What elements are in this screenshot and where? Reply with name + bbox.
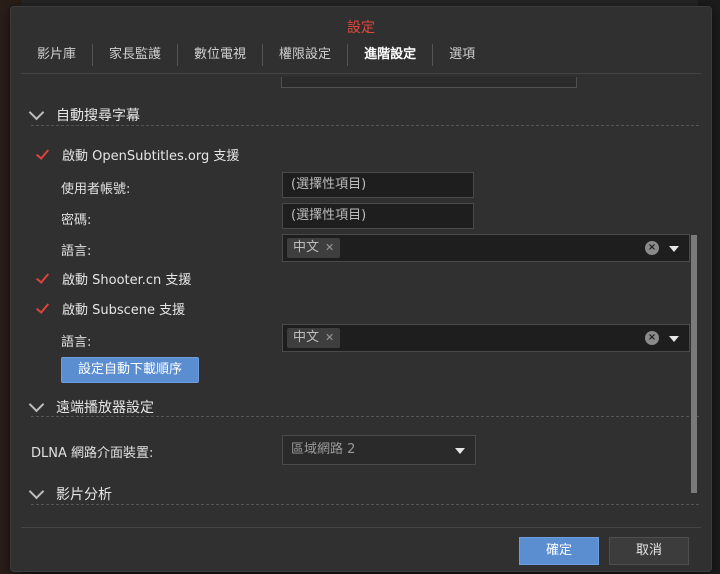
- section-remote-player-title: 遠端播放器設定: [56, 400, 154, 416]
- language2-chip[interactable]: 中文 ✕: [287, 328, 341, 348]
- subscene-checkbox-row[interactable]: 啟動 Subscene 支援: [35, 299, 185, 318]
- opensubtitles-checkbox[interactable]: [35, 147, 50, 162]
- language-select[interactable]: 中文 ✕ ×: [282, 234, 690, 262]
- language2-label: 語言:: [61, 335, 92, 350]
- chip-remove-icon[interactable]: ✕: [325, 241, 334, 254]
- section-divider: [31, 504, 699, 505]
- subscene-label: 啟動 Subscene 支援: [62, 303, 186, 318]
- dlna-label: DLNA 網路介面裝置:: [31, 446, 154, 461]
- tab-advanced[interactable]: 進階設定: [348, 44, 434, 66]
- section-remote-player-header[interactable]: 遠端播放器設定: [28, 396, 154, 417]
- tab-bar: 影片庫 家長監護 數位電視 權限設定 進階設定 選項: [21, 39, 701, 71]
- language2-select[interactable]: 中文 ✕ ×: [282, 324, 690, 352]
- opensubtitles-checkbox-row[interactable]: 啟動 OpenSubtitles.org 支援: [35, 145, 239, 164]
- username-field[interactable]: (選擇性項目): [282, 172, 474, 198]
- chevron-down-icon: [28, 483, 45, 499]
- tab-library[interactable]: 影片庫: [21, 44, 94, 66]
- password-field[interactable]: (選擇性項目): [282, 203, 474, 229]
- chevron-down-icon[interactable]: [455, 448, 465, 454]
- section-subtitles-title: 自動搜尋字幕: [56, 108, 140, 124]
- clipped-field: [281, 77, 577, 88]
- language2-chip-text: 中文: [293, 330, 320, 345]
- scrollbar[interactable]: [691, 235, 697, 493]
- shooter-checkbox[interactable]: [35, 271, 50, 286]
- tab-parental-control[interactable]: 家長監護: [93, 44, 179, 66]
- dlna-select-value: 區域網路 2: [291, 442, 356, 457]
- language-chip-text: 中文: [293, 240, 320, 255]
- section-subtitles-header[interactable]: 自動搜尋字幕: [28, 104, 140, 125]
- section-divider: [31, 416, 699, 417]
- shooter-checkbox-row[interactable]: 啟動 Shooter.cn 支援: [35, 269, 191, 288]
- subscene-checkbox[interactable]: [35, 301, 50, 316]
- section-video-analysis-title: 影片分析: [56, 487, 112, 503]
- settings-dialog: 設定 影片庫 家長監護 數位電視 權限設定 進階設定 選項 自動搜尋字幕 啟動 …: [10, 6, 712, 572]
- chip-remove-icon[interactable]: ✕: [325, 331, 334, 344]
- tab-options[interactable]: 選項: [433, 44, 491, 66]
- dlna-select[interactable]: 區域網路 2: [282, 435, 476, 465]
- chevron-down-icon[interactable]: [669, 246, 679, 252]
- dialog-title: 設定: [347, 20, 375, 36]
- chevron-down-icon: [28, 396, 45, 412]
- clear-icon[interactable]: ×: [645, 331, 659, 345]
- ok-button[interactable]: 確定: [519, 537, 599, 565]
- language-label: 語言:: [61, 244, 92, 259]
- clear-icon[interactable]: ×: [645, 241, 659, 255]
- section-video-analysis-header[interactable]: 影片分析: [28, 483, 112, 504]
- tabs-divider: [21, 73, 701, 74]
- tab-digital-tv[interactable]: 數位電視: [178, 44, 264, 66]
- chevron-down-icon: [28, 104, 45, 120]
- username-label: 使用者帳號:: [61, 182, 131, 197]
- cancel-button[interactable]: 取消: [609, 537, 689, 565]
- footer-divider: [21, 527, 701, 528]
- shooter-label: 啟動 Shooter.cn 支援: [62, 273, 192, 288]
- password-label: 密碼:: [61, 213, 92, 228]
- section-divider: [31, 125, 699, 126]
- opensubtitles-label: 啟動 OpenSubtitles.org 支援: [62, 149, 240, 164]
- download-order-button[interactable]: 設定自動下載順序: [61, 357, 199, 383]
- tab-permissions[interactable]: 權限設定: [263, 44, 349, 66]
- language-chip[interactable]: 中文 ✕: [287, 238, 341, 258]
- chevron-down-icon[interactable]: [669, 336, 679, 342]
